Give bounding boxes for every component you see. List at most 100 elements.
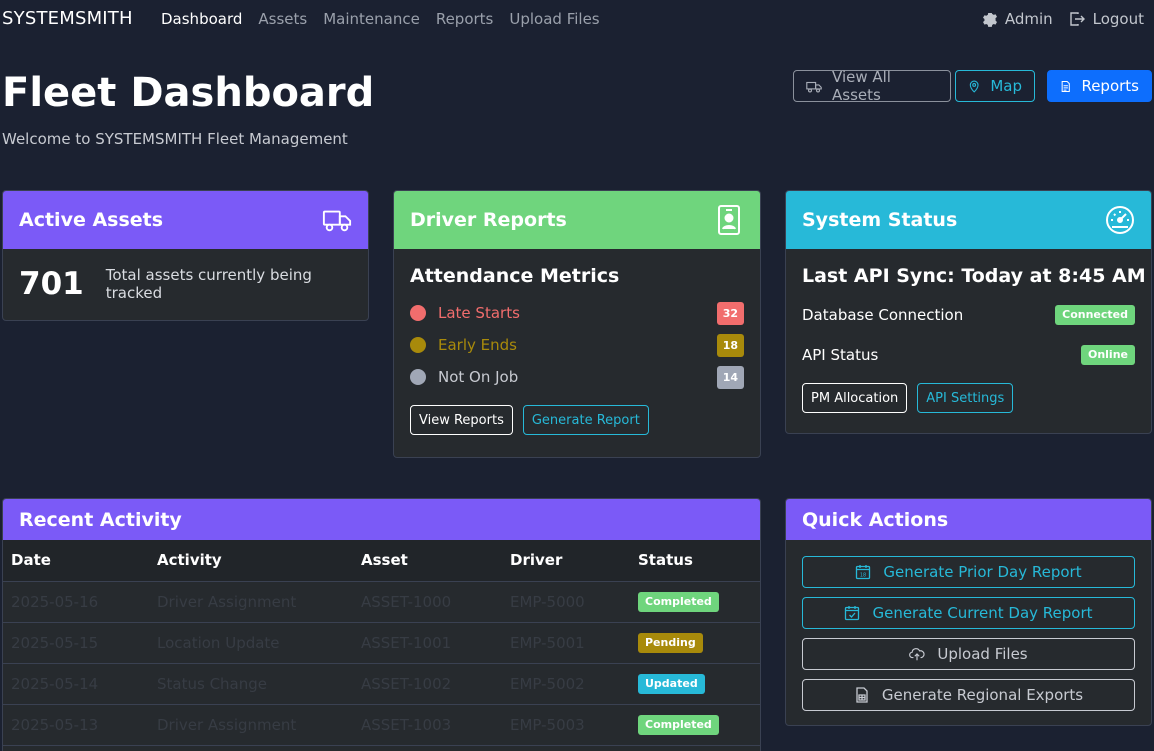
column-header-status[interactable]: Status (630, 540, 760, 582)
database-connection-status: Connected (1055, 305, 1135, 325)
cell-asset: ASSET-1002 (353, 663, 502, 705)
cell-date: 2025-05-16 (3, 581, 149, 623)
metric-row-late-starts: Late Starts 32 (394, 297, 760, 329)
metric-row-early-ends: Early Ends 18 (394, 329, 760, 361)
active-assets-card: Active Assets 701 Total assets currently… (2, 190, 369, 321)
cell-activity: Location Update (149, 622, 353, 664)
column-header-driver[interactable]: Driver (502, 540, 630, 582)
cell-driver: EMP-5002 (502, 663, 630, 705)
generate-regional-exports-label: Generate Regional Exports (881, 686, 1084, 704)
nav-link-assets[interactable]: Assets (258, 10, 307, 28)
calendar-day-icon: 18 (856, 565, 871, 580)
generate-prior-day-report-label: Generate Prior Day Report (883, 563, 1082, 581)
admin-link[interactable]: Admin (981, 10, 1053, 28)
table-header-row: Date Activity Asset Driver Status (3, 540, 760, 582)
view-all-assets-label: View All Assets (832, 68, 891, 104)
map-button[interactable]: Map (955, 70, 1035, 102)
map-pin-icon (969, 80, 979, 93)
metric-row-not-on-job: Not On Job 14 (394, 361, 760, 393)
view-all-assets-button[interactable]: View All Assets (793, 68, 951, 104)
brand-logo[interactable]: SYSTEMSMITH (2, 8, 133, 29)
database-connection-label: Database Connection (802, 306, 964, 324)
cell-asset: ASSET-1001 (353, 622, 502, 664)
id-badge-icon (718, 205, 740, 235)
driver-reports-actions: View Reports Generate Report (394, 405, 760, 435)
table-row[interactable]: 2025-05-14 Status Change ASSET-1002 EMP-… (3, 663, 760, 705)
api-status-row: API Status Online (786, 335, 1151, 375)
cell-date: 2025-05-14 (3, 663, 149, 705)
reports-label: Reports (1081, 77, 1139, 95)
generate-report-button[interactable]: Generate Report (522, 405, 649, 435)
driver-reports-card: Driver Reports Attendance Metrics Late S… (393, 190, 761, 458)
spreadsheet-icon (856, 687, 868, 703)
table-row[interactable]: 2025-05-16 Driver Assignment ASSET-1000 … (3, 581, 760, 623)
nav-link-maintenance[interactable]: Maintenance (323, 10, 420, 28)
system-status-header: System Status (786, 191, 1151, 249)
logout-icon (1069, 12, 1085, 26)
recent-activity-card: Recent Activity Date Activity Asset Driv… (2, 498, 761, 751)
recent-activity-table: Date Activity Asset Driver Status 2025-0… (3, 540, 760, 746)
table-row[interactable]: 2025-05-13 Driver Assignment ASSET-1003 … (3, 704, 760, 746)
attendance-metrics-title: Attendance Metrics (410, 265, 620, 287)
nav-link-dashboard[interactable]: Dashboard (161, 10, 242, 28)
early-ends-count: 18 (716, 333, 744, 357)
active-assets-description: Total assets currently being tracked (105, 266, 312, 302)
cell-driver: EMP-5001 (502, 622, 630, 664)
status-badge: Completed (638, 715, 719, 735)
cell-driver: EMP-5000 (502, 581, 630, 623)
upload-files-button[interactable]: Upload Files (802, 638, 1135, 670)
upload-files-label: Upload Files (937, 645, 1028, 663)
system-status-actions: PM Allocation API Settings (786, 383, 1151, 413)
column-header-date[interactable]: Date (3, 540, 149, 582)
admin-label: Admin (1004, 10, 1053, 28)
column-header-asset[interactable]: Asset (353, 540, 502, 582)
late-starts-count: 32 (716, 301, 744, 325)
header-actions: View All Assets Map Reports (793, 68, 1152, 104)
table-row[interactable]: 2025-05-15 Location Update ASSET-1001 EM… (3, 622, 760, 664)
not-on-job-label: Not On Job (438, 368, 519, 386)
system-status-title: System Status (802, 209, 958, 231)
early-ends-label: Early Ends (438, 336, 517, 354)
generate-regional-exports-button[interactable]: Generate Regional Exports (802, 679, 1135, 711)
speedometer-icon (1106, 206, 1134, 234)
logout-link[interactable]: Logout (1069, 10, 1144, 28)
cell-status: Updated (630, 663, 760, 705)
cell-activity: Driver Assignment (149, 581, 353, 623)
column-header-activity[interactable]: Activity (149, 540, 353, 582)
truck-icon (322, 210, 352, 232)
nav-link-reports[interactable]: Reports (436, 10, 494, 28)
view-reports-button[interactable]: View Reports (410, 405, 513, 435)
cell-driver: EMP-5003 (502, 704, 630, 746)
generate-prior-day-report-button[interactable]: 18 Generate Prior Day Report (802, 556, 1135, 588)
truck-icon (806, 81, 822, 93)
last-api-sync: Last API Sync: Today at 8:45 AM (802, 265, 1146, 287)
driver-reports-title: Driver Reports (410, 209, 567, 231)
api-settings-button[interactable]: API Settings (917, 383, 1014, 413)
logout-label: Logout (1092, 10, 1144, 28)
cell-asset: ASSET-1003 (353, 704, 502, 746)
system-status-card: System Status Last API Sync: Today at 8:… (785, 190, 1152, 434)
cell-activity: Driver Assignment (149, 704, 353, 746)
active-assets-count: 701 (19, 266, 84, 302)
cell-date: 2025-05-13 (3, 704, 149, 746)
cell-date: 2025-05-15 (3, 622, 149, 664)
reports-button[interactable]: Reports (1047, 70, 1152, 102)
driver-reports-header: Driver Reports (394, 191, 760, 249)
recent-activity-header: Recent Activity (3, 499, 760, 540)
top-navbar: SYSTEMSMITH Dashboard Assets Maintenance… (0, 0, 1154, 38)
cell-status: Completed (630, 581, 760, 623)
generate-current-day-report-button[interactable]: Generate Current Day Report (802, 597, 1135, 629)
nav-links: Dashboard Assets Maintenance Reports Upl… (161, 10, 616, 28)
pm-allocation-button[interactable]: PM Allocation (802, 383, 908, 413)
gear-icon (982, 13, 997, 27)
cell-status: Completed (630, 704, 760, 746)
quick-actions-card: Quick Actions 18 Generate Prior Day Repo… (785, 498, 1152, 726)
quick-actions-list: 18 Generate Prior Day Report Generate Cu… (786, 540, 1151, 711)
cell-activity: Status Change (149, 663, 353, 705)
page-title: Fleet Dashboard (2, 70, 375, 116)
generate-current-day-report-label: Generate Current Day Report (872, 604, 1093, 622)
page-subtitle: Welcome to SYSTEMSMITH Fleet Management (2, 130, 348, 148)
quick-actions-title: Quick Actions (802, 508, 949, 531)
map-label: Map (990, 77, 1022, 95)
nav-link-upload-files[interactable]: Upload Files (509, 10, 599, 28)
